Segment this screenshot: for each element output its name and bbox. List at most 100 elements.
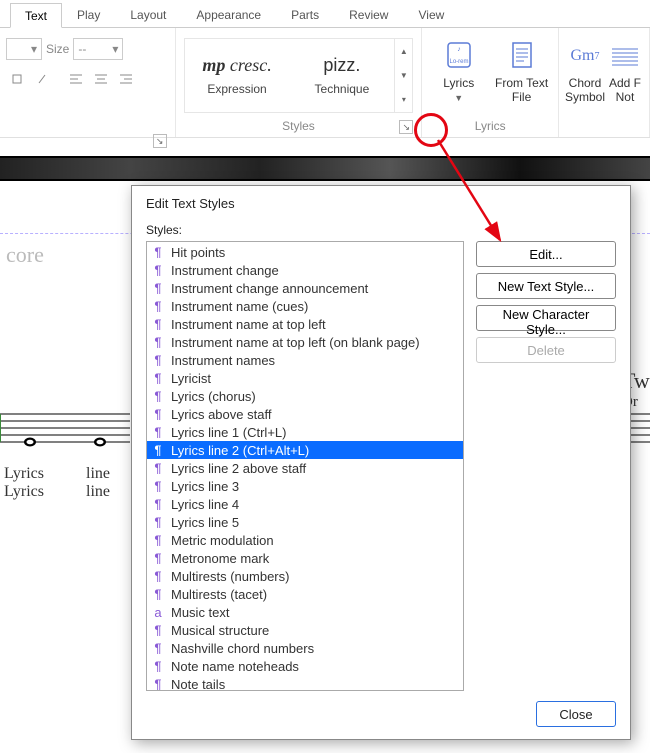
paragraph-style-icon: ¶: [151, 551, 165, 566]
style-list-item[interactable]: ¶Instrument name at top left: [147, 315, 463, 333]
gallery-down[interactable]: ▼: [395, 63, 412, 87]
lyric-text: Lyrics: [4, 483, 44, 501]
tab-play[interactable]: Play: [62, 2, 115, 27]
chevron-down-icon: ▾: [31, 42, 37, 56]
style-list-item[interactable]: ¶ Metronome mark: [147, 549, 463, 567]
paragraph-style-icon: ¶: [151, 659, 165, 674]
size-dropdown[interactable]: --▾: [73, 38, 123, 60]
style-list-item[interactable]: aMusic text: [147, 603, 463, 621]
style-list-item[interactable]: ¶ Nashville chord numbers: [147, 639, 463, 657]
style-list-item[interactable]: ¶Instrument change announcement: [147, 279, 463, 297]
styles-gallery: mp cresc. Expression pizz. Technique ▲ ▼…: [184, 38, 414, 113]
style-list-item[interactable]: ¶Multirests (numbers): [147, 567, 463, 585]
style-list-item[interactable]: ¶Hit points: [147, 243, 463, 261]
tab-review[interactable]: Review: [334, 2, 403, 27]
tab-parts[interactable]: Parts: [276, 2, 334, 27]
styles-group: mp cresc. Expression pizz. Technique ▲ ▼…: [176, 28, 423, 137]
styles-group-launcher[interactable]: ↘: [399, 120, 413, 134]
italic-button[interactable]: [31, 68, 53, 90]
style-list-item[interactable]: ¶ Note name noteheads: [147, 657, 463, 675]
paragraph-style-icon: ¶: [151, 623, 165, 638]
style-list-item-label: Instrument names: [171, 353, 275, 368]
style-list-item[interactable]: ¶Lyrics line 3: [147, 477, 463, 495]
tab-text[interactable]: Text: [10, 3, 62, 28]
style-list-item[interactable]: ¶ Lyrics line 2 above staff: [147, 459, 463, 477]
chord-symbol-button[interactable]: Gm7 Chord Symbol: [565, 36, 605, 131]
paragraph-style-icon: ¶: [151, 263, 165, 278]
paragraph-style-icon: ¶: [151, 407, 165, 422]
style-list-item[interactable]: ¶ Instrument change: [147, 261, 463, 279]
add-f-button[interactable]: Add F Not: [607, 36, 643, 131]
tab-appearance[interactable]: Appearance: [181, 2, 276, 27]
lyrics-button[interactable]: ♪Lo-rem Lyrics▼: [428, 36, 489, 117]
styles-listbox[interactable]: ¶Hit points¶Instrument change¶Instrument…: [146, 241, 464, 691]
chevron-down-icon: ▼: [454, 93, 463, 103]
bold-button[interactable]: [6, 68, 28, 90]
paragraph-style-icon: ¶: [151, 515, 165, 530]
style-list-item-label: Metric modulation: [171, 533, 274, 548]
style-list-item[interactable]: ¶ Lyrics line 1 (Ctrl+L): [147, 423, 463, 441]
style-list-item[interactable]: ¶Lyrics (chorus): [147, 387, 463, 405]
style-list-item[interactable]: ¶Instrument name (cues): [147, 297, 463, 315]
lyrics-icon: ♪Lo-rem: [441, 38, 477, 74]
lyrics-group-label: Lyrics: [428, 117, 552, 135]
lyric-text: line: [86, 483, 110, 501]
style-list-item-label: Note tails: [171, 677, 225, 692]
font-dropdown[interactable]: ▾: [6, 38, 42, 60]
paragraph-style-icon: ¶: [151, 335, 165, 350]
delete-button[interactable]: Delete: [476, 337, 616, 363]
align-right-button[interactable]: [115, 68, 137, 90]
paragraph-style-icon: ¶: [151, 533, 165, 548]
chord-group: Gm7 Chord Symbol Add F Not: [559, 28, 650, 137]
tab-view[interactable]: View: [403, 2, 459, 27]
style-list-item-label: Metronome mark: [171, 551, 269, 566]
style-list-item-label: Nashville chord numbers: [171, 641, 314, 656]
style-list-item-label: Lyricist: [171, 371, 211, 386]
style-expression[interactable]: mp cresc. Expression: [185, 39, 290, 112]
style-list-item[interactable]: ¶Instrument names: [147, 351, 463, 369]
styles-list-label: Styles:: [146, 223, 464, 237]
style-list-item[interactable]: ¶Lyrics above staff: [147, 405, 463, 423]
style-list-item[interactable]: ¶Note tails: [147, 675, 463, 691]
paragraph-style-icon: ¶: [151, 425, 165, 440]
style-list-item-label: Note name noteheads: [171, 659, 299, 674]
style-list-item[interactable]: ¶Lyricist: [147, 369, 463, 387]
style-list-item-label: Instrument change: [171, 263, 279, 278]
style-technique[interactable]: pizz. Technique: [289, 39, 394, 112]
style-list-item-label: Lyrics line 5: [171, 515, 239, 530]
new-character-style-button[interactable]: New Character Style...: [476, 305, 616, 331]
style-list-item-label: Lyrics line 4: [171, 497, 239, 512]
paragraph-style-icon: ¶: [151, 461, 165, 476]
staff-icon: [607, 38, 643, 74]
style-list-item[interactable]: ¶Instrument name at top left (on blank p…: [147, 333, 463, 351]
paragraph-style-icon: ¶: [151, 497, 165, 512]
paragraph-style-icon: ¶: [151, 245, 165, 260]
edit-button[interactable]: Edit...: [476, 241, 616, 267]
lyrics-group: ♪Lo-rem Lyrics▼ From Text File Lyrics: [422, 28, 559, 137]
paragraph-style-icon: ¶: [151, 641, 165, 656]
style-list-item[interactable]: ¶ Lyrics line 4: [147, 495, 463, 513]
style-list-item[interactable]: ¶Lyrics line 2 (Ctrl+Alt+L): [147, 441, 463, 459]
style-list-item[interactable]: ¶ Lyrics line 5: [147, 513, 463, 531]
tab-layout[interactable]: Layout: [115, 2, 181, 27]
style-list-item-label: Instrument name at top left: [171, 317, 326, 332]
style-list-item[interactable]: ¶Musical structure: [147, 621, 463, 639]
close-button[interactable]: Close: [536, 701, 616, 727]
gallery-up[interactable]: ▲: [395, 39, 412, 63]
new-text-style-button[interactable]: New Text Style...: [476, 273, 616, 299]
align-center-button[interactable]: [90, 68, 112, 90]
ribbon: ▾ Size --▾ ↘ mp cresc. Expression: [0, 28, 650, 138]
style-list-item-label: Lyrics line 2 above staff: [171, 461, 306, 476]
style-list-item[interactable]: ¶ Metric modulation: [147, 531, 463, 549]
paragraph-style-icon: ¶: [151, 281, 165, 296]
style-list-item[interactable]: ¶Multirests (tacet): [147, 585, 463, 603]
font-group-launcher[interactable]: ↘: [153, 134, 167, 148]
score-banner: [0, 156, 650, 181]
style-list-item-label: Lyrics line 1 (Ctrl+L): [171, 425, 286, 440]
from-text-file-button[interactable]: From Text File: [491, 36, 552, 117]
svg-text:Lo-rem: Lo-rem: [449, 59, 468, 65]
style-list-item-label: Multirests (numbers): [171, 569, 289, 584]
style-list-item-label: Instrument name (cues): [171, 299, 308, 314]
align-left-button[interactable]: [65, 68, 87, 90]
gallery-more[interactable]: ▾: [395, 88, 412, 112]
